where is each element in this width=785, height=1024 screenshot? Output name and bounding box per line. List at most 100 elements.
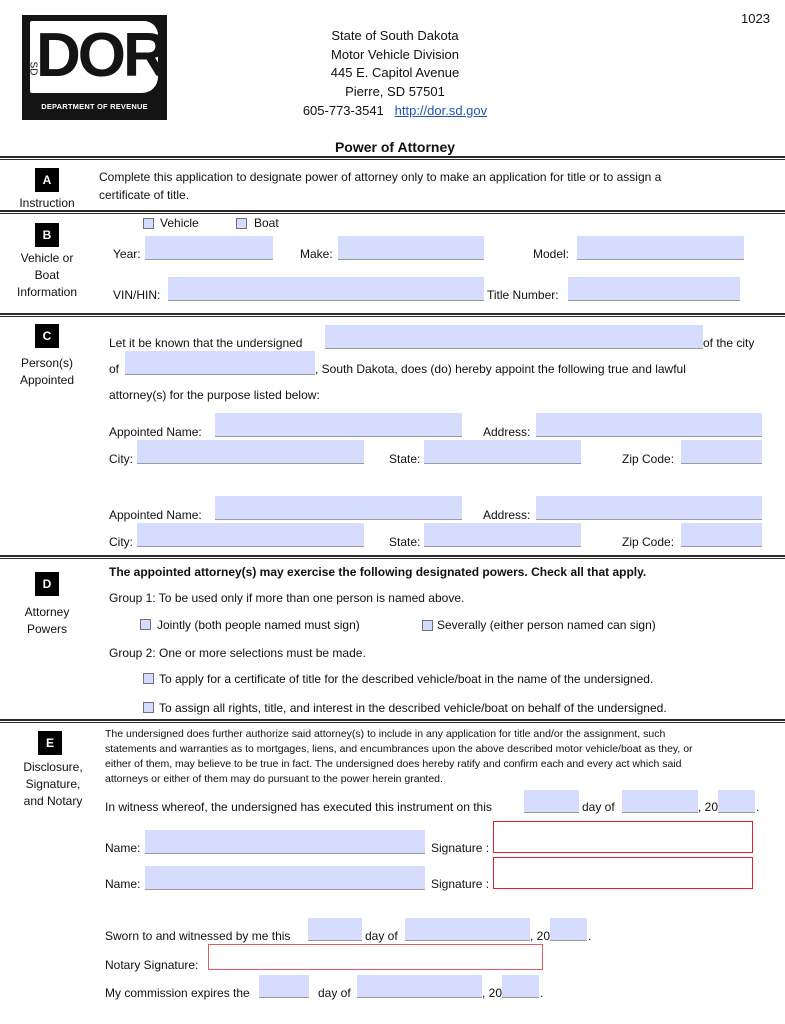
appointee1-address-field[interactable] xyxy=(536,413,762,437)
name-label: Name: xyxy=(105,841,141,855)
zip-code-label: Zip Code: xyxy=(622,535,675,549)
form-number: 1023 xyxy=(741,11,770,26)
group1-text: Group 1: To be used only if more than on… xyxy=(109,591,465,605)
section-b-label-line: Vehicle or xyxy=(20,251,74,265)
appointee2-address-field[interactable] xyxy=(536,496,762,520)
powers-heading: The appointed attorney(s) may exercise t… xyxy=(109,565,647,579)
header-contact: 605-773-3541 http://dor.sd.gov xyxy=(260,101,530,120)
appointee1-state-field[interactable] xyxy=(424,440,581,464)
header-line3: 445 E. Capitol Avenue xyxy=(330,65,460,80)
commission-year-field[interactable] xyxy=(502,975,539,998)
dor-logo: DOR SD DEPARTMENT OF REVENUE xyxy=(22,15,168,120)
signer2-name-field[interactable] xyxy=(145,866,425,890)
witness-year-field[interactable] xyxy=(718,790,755,813)
signature-label: Signature : xyxy=(431,841,490,855)
period: . xyxy=(540,986,544,1000)
signature-label: Signature : xyxy=(431,877,490,891)
disclosure-text-line: The undersigned does further authorize s… xyxy=(105,728,666,740)
jointly-checkbox[interactable] xyxy=(140,619,151,630)
section-b-label-line: Boat xyxy=(34,268,60,282)
vehicle-checkbox-label: Vehicle xyxy=(160,216,199,230)
section-c-label: Person(s) Appointed xyxy=(2,355,92,389)
appointee2-zip-field[interactable] xyxy=(681,523,762,547)
model-field[interactable] xyxy=(577,236,744,260)
section-e-label: Disclosure, Signature, and Notary xyxy=(8,759,98,810)
witness-month-field[interactable] xyxy=(622,790,698,813)
address-label: Address: xyxy=(483,425,531,439)
vin-label: VIN/HIN: xyxy=(113,288,161,302)
jointly-label: Jointly (both people named must sign) xyxy=(157,618,360,632)
signer2-signature-field[interactable] xyxy=(493,857,753,889)
appointee2-state-field[interactable] xyxy=(424,523,581,547)
signer1-signature-field[interactable] xyxy=(493,821,753,853)
divider xyxy=(0,719,785,721)
notary-signature-label: Notary Signature: xyxy=(105,958,199,972)
assign-rights-checkbox[interactable] xyxy=(143,702,154,713)
divider xyxy=(0,316,785,317)
section-a-badge: A xyxy=(35,168,59,192)
logo-caption: DEPARTMENT OF REVENUE xyxy=(41,102,148,111)
sworn-month-field[interactable] xyxy=(405,918,530,941)
section-b-label: Vehicle or Boat Information xyxy=(2,250,92,301)
appointee1-city-field[interactable] xyxy=(137,440,364,464)
divider xyxy=(0,722,785,723)
website-link[interactable]: http://dor.sd.gov xyxy=(395,103,488,118)
section-b-label-line: Information xyxy=(16,285,78,299)
city-of-field[interactable] xyxy=(125,351,315,375)
appointee1-zip-field[interactable] xyxy=(681,440,762,464)
vin-field[interactable] xyxy=(168,277,484,301)
commission-day-field[interactable] xyxy=(259,975,309,998)
south-dakota-text: , South Dakota, does (do) hereby appoint… xyxy=(315,362,686,376)
notary-signature-field[interactable] xyxy=(208,944,543,970)
boat-checkbox-label: Boat xyxy=(254,216,279,230)
logo-state-abbr: SD xyxy=(27,61,39,76)
year-field[interactable] xyxy=(145,236,273,260)
title-number-field[interactable] xyxy=(568,277,740,301)
day-of-label: day of xyxy=(318,986,351,1000)
model-label: Model: xyxy=(533,247,570,261)
commission-month-field[interactable] xyxy=(357,975,482,998)
severally-checkbox[interactable] xyxy=(422,620,433,631)
address-label: Address: xyxy=(483,508,531,522)
vehicle-checkbox[interactable] xyxy=(143,218,154,229)
zip-code-label: Zip Code: xyxy=(622,452,675,466)
sworn-year-field[interactable] xyxy=(550,918,587,941)
boat-checkbox[interactable] xyxy=(236,218,247,229)
make-label: Make: xyxy=(300,247,333,261)
make-field[interactable] xyxy=(338,236,484,260)
header-line2: Motor Vehicle Division xyxy=(331,47,459,62)
appointee1-name-field[interactable] xyxy=(215,413,462,437)
divider xyxy=(0,558,785,559)
disclosure-text-line: attorneys or either of them may do pursu… xyxy=(105,773,443,785)
instruction-text-line2: certificate of title. xyxy=(99,188,190,202)
undersigned-field[interactable] xyxy=(325,325,703,349)
sworn-day-field[interactable] xyxy=(308,918,362,941)
section-c-label-line: Person(s) xyxy=(20,356,73,370)
witness-day-field[interactable] xyxy=(524,790,579,813)
page-title: Power of Attorney xyxy=(334,139,456,155)
comma-20-label: , 20 xyxy=(482,986,503,1000)
name-label: Name: xyxy=(105,877,141,891)
undersigned-prefix: Let it be known that the undersigned xyxy=(109,336,303,350)
section-e-badge: E xyxy=(38,731,62,755)
apply-title-checkbox[interactable] xyxy=(143,673,154,684)
appointee2-name-field[interactable] xyxy=(215,496,462,520)
section-d-label: Attorney Powers xyxy=(2,604,92,638)
commission-text: My commission expires the xyxy=(105,986,250,1000)
comma-20-label: , 20 xyxy=(530,929,551,943)
appointed-name-label: Appointed Name: xyxy=(109,508,202,522)
appointee2-city-field[interactable] xyxy=(137,523,364,547)
attorney-purpose-text: attorney(s) for the purpose listed below… xyxy=(109,388,320,402)
period: . xyxy=(756,800,760,814)
section-e-label-line: Signature, xyxy=(25,777,81,791)
apply-title-label: To apply for a certificate of title for … xyxy=(159,672,654,686)
group2-text: Group 2: One or more selections must be … xyxy=(109,646,366,660)
period: . xyxy=(588,929,592,943)
city-label: City: xyxy=(109,535,133,549)
signer1-name-field[interactable] xyxy=(145,830,425,854)
witness-text: In witness whereof, the undersigned has … xyxy=(105,800,492,814)
section-d-label-line: Attorney xyxy=(24,605,70,619)
severally-label: Severally (either person named can sign) xyxy=(437,618,656,632)
undersigned-suffix: of the city xyxy=(703,336,755,350)
header-line1: State of South Dakota xyxy=(331,28,459,43)
